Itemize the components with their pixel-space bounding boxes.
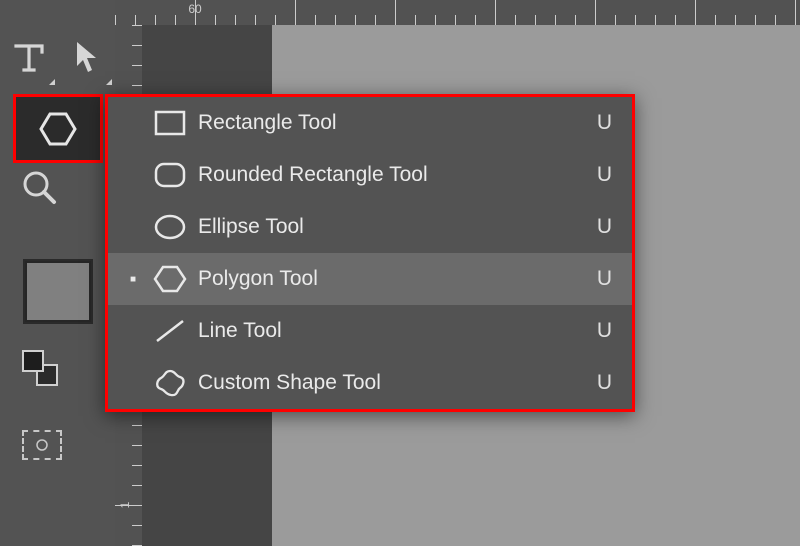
quick-mask-toggle[interactable] (22, 430, 62, 460)
move-tool[interactable] (58, 26, 116, 88)
magnifier-icon (22, 170, 58, 206)
flyout-item-label: Ellipse Tool (198, 215, 588, 239)
polygon-icon (148, 264, 192, 294)
quick-mask-icon (31, 437, 53, 453)
ruler-label: 1 (118, 502, 132, 509)
custom-shape-icon (148, 368, 192, 398)
type-tool[interactable] (0, 26, 58, 88)
foreground-color-swatch[interactable] (23, 259, 93, 324)
flyout-item-shortcut: U (588, 371, 612, 395)
mini-foreground-swatch[interactable] (22, 350, 44, 372)
flyout-item-label: Custom Shape Tool (198, 371, 588, 395)
shape-tool-flyout: Rectangle Tool U Rounded Rectangle Tool … (105, 94, 635, 412)
flyout-item-shortcut: U (588, 319, 612, 343)
flyout-item-rectangle[interactable]: Rectangle Tool U (108, 97, 632, 149)
default-swap-colors (0, 350, 115, 390)
shape-tool-highlighted[interactable] (13, 94, 103, 163)
flyout-item-line[interactable]: Line Tool U (108, 305, 632, 357)
check-indicator: ■ (124, 274, 142, 285)
ellipse-icon (148, 213, 192, 241)
flyout-item-custom-shape[interactable]: Custom Shape Tool U (108, 357, 632, 409)
rectangle-icon (148, 109, 192, 137)
flyout-item-label: Rectangle Tool (198, 111, 588, 135)
submenu-indicator-icon (49, 79, 55, 85)
zoom-tool[interactable] (0, 158, 115, 218)
flyout-item-label: Line Tool (198, 319, 588, 343)
flyout-item-label: Rounded Rectangle Tool (198, 163, 588, 187)
flyout-item-rounded-rectangle[interactable]: Rounded Rectangle Tool U (108, 149, 632, 201)
horizontal-ruler: 60 (115, 0, 800, 25)
flyout-item-ellipse[interactable]: Ellipse Tool U (108, 201, 632, 253)
submenu-indicator-icon (106, 79, 112, 85)
pointer-icon (71, 40, 101, 74)
flyout-item-shortcut: U (588, 111, 612, 135)
type-icon (12, 40, 46, 74)
quick-mask-area (0, 430, 115, 460)
flyout-item-shortcut: U (588, 215, 612, 239)
line-icon (148, 317, 192, 345)
flyout-item-polygon[interactable]: ■ Polygon Tool U (108, 253, 632, 305)
flyout-item-shortcut: U (588, 267, 612, 291)
polygon-icon (38, 109, 78, 149)
toolbar (0, 0, 115, 546)
flyout-item-label: Polygon Tool (198, 267, 588, 291)
rounded-rectangle-icon (148, 161, 192, 189)
foreground-color-panel (0, 246, 115, 336)
flyout-item-shortcut: U (588, 163, 612, 187)
